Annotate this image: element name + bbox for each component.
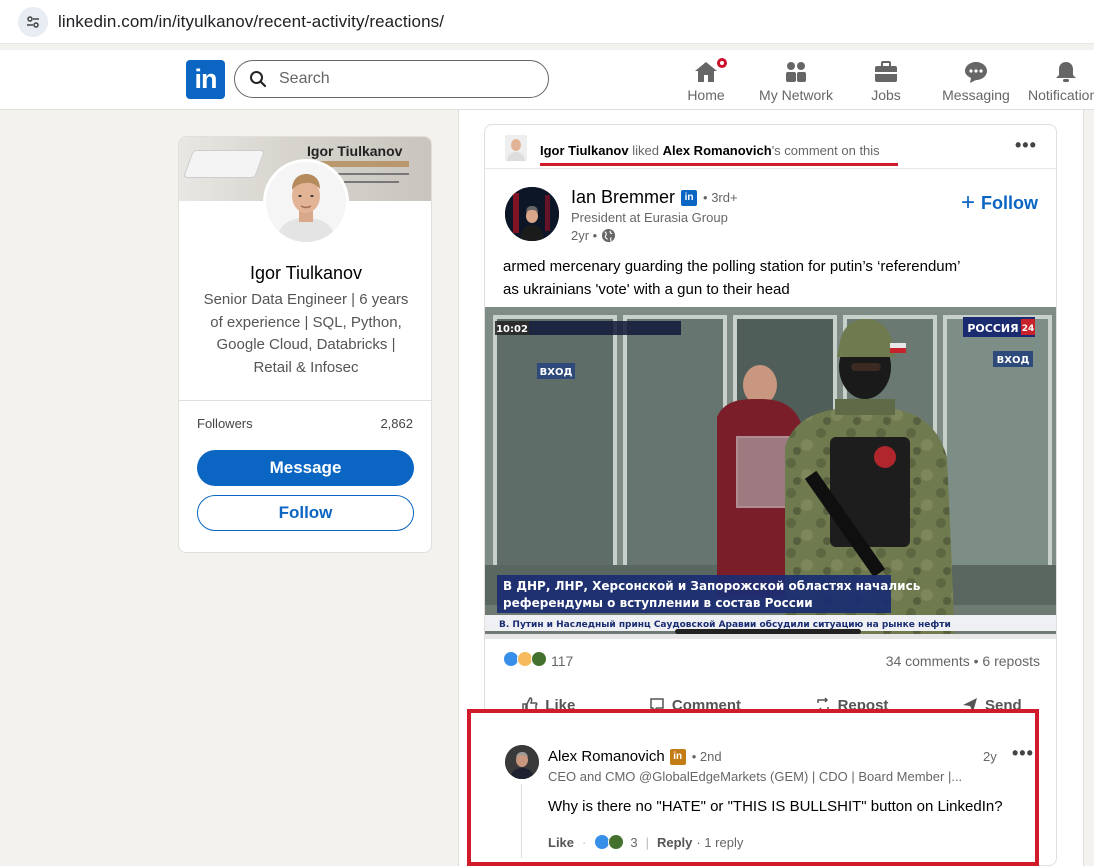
channel-logo: РОССИЯ bbox=[967, 322, 1018, 335]
nav-jobs-label: Jobs bbox=[871, 87, 901, 103]
comment-reply-button[interactable]: Reply bbox=[657, 835, 692, 850]
nav-my-network-label: My Network bbox=[759, 87, 833, 103]
comment-like-button[interactable]: Like bbox=[548, 835, 574, 850]
social-counts: 117 34 comments • 6 reposts bbox=[503, 651, 1040, 673]
follow-author-button[interactable]: + Follow bbox=[961, 191, 1038, 215]
activity-header: Igor Tiulkanov liked Alex Romanovich's c… bbox=[485, 125, 1056, 169]
funny-reaction-icon bbox=[608, 834, 625, 850]
activity-verb: liked bbox=[632, 143, 659, 158]
broadcast-clock: 10:02 bbox=[496, 324, 528, 335]
activity-actor-link[interactable]: Igor Tiulkanov bbox=[540, 143, 629, 158]
nav-home[interactable]: Home bbox=[684, 54, 729, 106]
activity-suffix: 's comment on this bbox=[771, 143, 880, 158]
separator: | bbox=[645, 834, 649, 850]
actor-avatar[interactable] bbox=[505, 135, 527, 161]
divider bbox=[179, 400, 431, 401]
news-ticker: В. Путин и Наследный принц Саудовской Ар… bbox=[499, 619, 951, 630]
nav-notifications[interactable]: Notifications bbox=[1028, 54, 1094, 106]
news-caption-line: референдумы о вступлении в состав России bbox=[503, 596, 813, 610]
funny-reaction-icon bbox=[531, 651, 547, 667]
banner-line bbox=[329, 173, 409, 175]
comment-time: 2y bbox=[983, 749, 997, 764]
comment-replies-link[interactable]: · 1 reply bbox=[696, 835, 743, 850]
comment-text: Why is there no "HATE" or "THIS IS BULLS… bbox=[548, 798, 1003, 815]
comments-reposts-count[interactable]: 34 comments • 6 reposts bbox=[886, 653, 1040, 669]
comment-actions: Like · 3 | Reply · 1 reply bbox=[548, 834, 743, 850]
comment-author-title: CEO and CMO @GlobalEdgeMarkets (GEM) | C… bbox=[548, 769, 963, 784]
globe-icon bbox=[602, 228, 616, 243]
profile-card: Igor Tiulkanov Igor Tiulkanov Senior Dat… bbox=[178, 136, 432, 553]
search-box[interactable] bbox=[234, 60, 549, 98]
door-sign-right: ВХОД bbox=[997, 355, 1030, 366]
comment-author: Alex Romanovich in • 2nd bbox=[548, 748, 722, 765]
linkedin-premium-icon: in bbox=[681, 189, 698, 206]
post-text-line: armed mercenary guarding the polling sta… bbox=[503, 258, 961, 275]
notification-dot bbox=[715, 56, 729, 70]
post-author: Ian Bremmer in • 3rd+ bbox=[571, 187, 738, 208]
briefcase-icon bbox=[875, 61, 897, 82]
bell-icon bbox=[1056, 62, 1076, 82]
followers-count: 2,862 bbox=[380, 416, 413, 431]
follow-author-label: Follow bbox=[981, 192, 1038, 213]
search-input[interactable] bbox=[279, 70, 529, 88]
follow-profile-button[interactable]: Follow bbox=[197, 495, 414, 531]
nav-messaging-label: Messaging bbox=[942, 87, 1010, 103]
comment-author-name[interactable]: Alex Romanovich bbox=[548, 748, 665, 765]
reaction-icons[interactable] bbox=[503, 651, 547, 667]
site-settings-icon[interactable] bbox=[18, 6, 48, 37]
activity-target-link[interactable]: Alex Romanovich bbox=[663, 143, 772, 158]
search-icon bbox=[250, 71, 267, 88]
nav-home-label: Home bbox=[687, 87, 725, 103]
url-text[interactable]: linkedin.com/in/ityulkanov/recent-activi… bbox=[58, 12, 444, 32]
banner-name: Igor Tiulkanov bbox=[307, 143, 403, 159]
post-author-name[interactable]: Ian Bremmer bbox=[571, 187, 675, 208]
nav-my-network[interactable]: My Network bbox=[758, 54, 834, 106]
network-icon bbox=[786, 62, 806, 82]
chat-icon bbox=[965, 62, 987, 83]
post-author-title: President at Eurasia Group bbox=[571, 210, 728, 225]
linkedin-top-nav: in Home My Network Jobs Messaging Notifi… bbox=[0, 50, 1094, 110]
nav-notifications-label: Notifications bbox=[1028, 87, 1094, 103]
comment-thread-line bbox=[521, 784, 522, 858]
comment-more-options-icon[interactable]: ••• bbox=[1012, 743, 1034, 764]
red-underline-annotation bbox=[540, 163, 898, 166]
comment-reaction-count[interactable]: 3 bbox=[630, 835, 637, 850]
followers-label: Followers bbox=[197, 416, 253, 431]
browser-address-bar[interactable]: linkedin.com/in/ityulkanov/recent-activi… bbox=[0, 0, 1094, 44]
keyboard-graphic bbox=[184, 151, 264, 177]
nav-jobs[interactable]: Jobs bbox=[866, 54, 906, 106]
comment-author-avatar[interactable] bbox=[505, 745, 539, 779]
post-timestamp: 2yr • bbox=[571, 228, 598, 243]
post-author-avatar[interactable] bbox=[505, 187, 559, 241]
reactions-count[interactable]: 117 bbox=[551, 653, 573, 669]
post-time: 2yr • bbox=[571, 228, 616, 243]
more-options-icon[interactable]: ••• bbox=[1015, 135, 1037, 156]
post-text-line: as ukrainians 'vote' with a gun to their… bbox=[503, 281, 790, 298]
profile-name[interactable]: Igor Tiulkanov bbox=[179, 263, 431, 284]
message-button[interactable]: Message bbox=[197, 450, 414, 486]
profile-headline: Senior Data Engineer | 6 years of experi… bbox=[203, 291, 409, 376]
door-sign-left: ВХОД bbox=[540, 367, 573, 378]
connection-degree: • 3rd+ bbox=[703, 190, 738, 205]
plus-icon: + bbox=[960, 189, 975, 216]
nav-messaging[interactable]: Messaging bbox=[942, 54, 1010, 106]
post-image[interactable]: ВХОД ВХОД 10:02 РОССИЯ 24 В ДНР, ЛНР, Хе… bbox=[485, 307, 1056, 639]
post-text: armed mercenary guarding the polling sta… bbox=[503, 255, 1033, 301]
activity-text: Igor Tiulkanov liked Alex Romanovich's c… bbox=[540, 143, 880, 158]
channel-number: 24 bbox=[1022, 324, 1035, 334]
linkedin-logo-icon[interactable]: in bbox=[186, 60, 225, 99]
news-caption-line: В ДНР, ЛНР, Херсонской и Запорожской обл… bbox=[503, 579, 921, 593]
profile-avatar[interactable] bbox=[263, 159, 349, 245]
linkedin-premium-icon: in bbox=[669, 748, 686, 765]
separator: · bbox=[582, 834, 587, 850]
comment-reaction-icons[interactable] bbox=[594, 834, 625, 850]
comment-connection-degree: • 2nd bbox=[691, 749, 722, 764]
